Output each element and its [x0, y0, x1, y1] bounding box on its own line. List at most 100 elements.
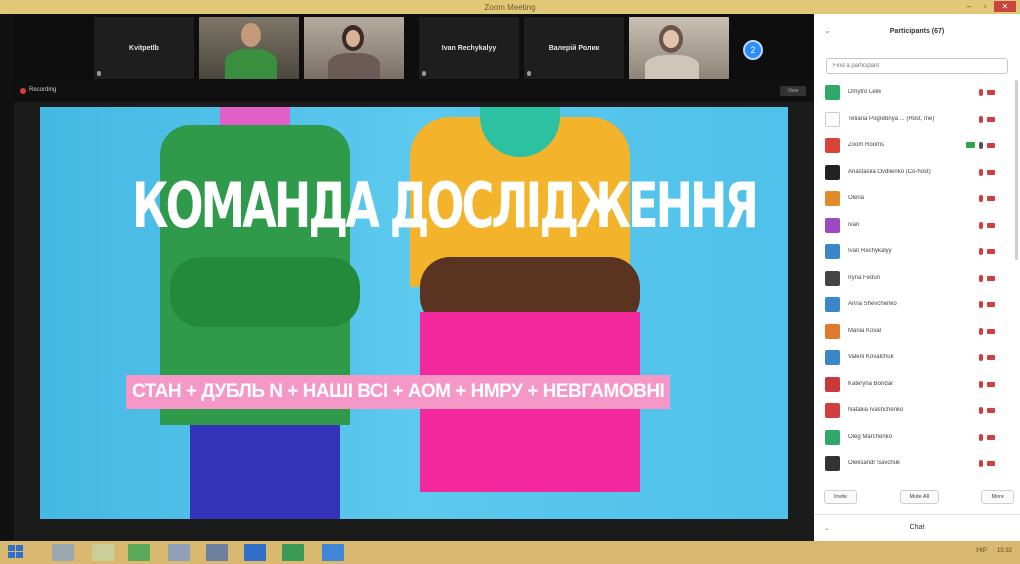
muted-mic-icon[interactable]: [979, 142, 983, 149]
maximize-button[interactable]: ▫: [978, 1, 992, 12]
muted-mic-icon[interactable]: [979, 407, 983, 414]
screen-share-bar: Recording View: [14, 80, 814, 102]
participants-list: Dmytro Lelik Tetiana Pogrebnya ... (Host,…: [814, 80, 1020, 478]
muted-mic-icon[interactable]: [979, 433, 983, 441]
participant-video-tile[interactable]: [629, 17, 729, 79]
camera-off-icon[interactable]: [987, 381, 995, 387]
avatar: [825, 456, 840, 471]
muted-mic-icon[interactable]: [979, 195, 983, 202]
muted-mic-icon[interactable]: [979, 168, 983, 176]
muted-mic-icon[interactable]: [979, 274, 983, 282]
camera-off-icon[interactable]: [987, 249, 995, 254]
participant-row[interactable]: Iryna Fedun: [814, 266, 1020, 293]
clock[interactable]: 15:32: [997, 548, 1012, 554]
participant-row[interactable]: Nataliia Ivashchenko: [814, 398, 1020, 425]
participant-row[interactable]: Anna Shevchenko: [814, 292, 1020, 319]
taskbar-app-icon[interactable]: [168, 544, 190, 561]
collapse-panel-icon[interactable]: ⌄: [824, 26, 831, 35]
participant-tile[interactable]: Ivan Rechykalyy: [419, 17, 519, 79]
avatar: [825, 403, 840, 418]
participant-row[interactable]: Ivan Rechykalyy: [814, 239, 1020, 266]
participant-name: Mariia Koval: [848, 327, 882, 334]
recording-dot-icon: [20, 88, 26, 94]
muted-mic-icon[interactable]: [979, 380, 983, 388]
participant-row[interactable]: Dmytro Lelik: [814, 80, 1020, 107]
participant-row[interactable]: Kateryna Bondar: [814, 372, 1020, 399]
camera-off-icon[interactable]: [987, 90, 995, 95]
camera-off-icon[interactable]: [987, 116, 995, 122]
taskbar-app-icon[interactable]: [206, 544, 228, 561]
muted-mic-icon[interactable]: [979, 89, 983, 96]
mute-all-button[interactable]: Mute All: [899, 490, 940, 504]
participant-name: Iryna Fedun: [848, 274, 881, 281]
participant-row[interactable]: Oleksandr Savchuk: [814, 451, 1020, 478]
participant-tile-name: Kvitpetlb: [129, 44, 159, 52]
invite-button[interactable]: Invite: [824, 490, 858, 504]
participant-video-tile[interactable]: [304, 17, 404, 79]
taskbar-app-icon[interactable]: [52, 544, 74, 561]
participants-scrollbar[interactable]: [1015, 80, 1018, 260]
participant-row[interactable]: Tetiana Pogrebnya ... (Host, me): [814, 107, 1020, 134]
participant-search-input[interactable]: [826, 58, 1008, 74]
camera-off-icon[interactable]: [987, 328, 995, 334]
camera-off-icon[interactable]: [987, 302, 995, 307]
avatar: [825, 85, 840, 100]
muted-mic-icon[interactable]: [979, 327, 983, 335]
participants-header: ⌄ Participants (67): [814, 14, 1020, 48]
avatar: [825, 323, 840, 339]
taskbar-app-icon[interactable]: [282, 544, 304, 561]
participant-name: Dmytro Lelik: [848, 89, 882, 95]
muted-mic-icon: [527, 71, 531, 76]
participant-row[interactable]: Mariia Koval: [814, 319, 1020, 346]
muted-mic-icon: [97, 71, 101, 76]
muted-mic-icon[interactable]: [979, 354, 983, 361]
avatar: [825, 270, 840, 286]
participant-row[interactable]: Olena: [814, 186, 1020, 213]
participant-name: Kateryna Bondar: [848, 380, 894, 387]
participant-name: Nataliia Ivashchenko: [848, 407, 904, 413]
muted-mic-icon[interactable]: [979, 301, 983, 308]
avatar: [825, 350, 840, 365]
camera-off-icon[interactable]: [987, 461, 995, 466]
avatar: [825, 111, 840, 127]
minimize-button[interactable]: –: [962, 1, 976, 12]
camera-off-icon[interactable]: [987, 355, 995, 360]
participant-tile[interactable]: Kvitpetlb: [94, 17, 194, 79]
taskbar-app-icon[interactable]: [128, 544, 150, 561]
muted-mic-icon[interactable]: [979, 221, 983, 229]
avatar: [825, 138, 840, 153]
chat-bar[interactable]: ⌄ Chat: [814, 514, 1020, 541]
participant-row[interactable]: Anastasiia Ovdiienko (Co-host): [814, 160, 1020, 187]
close-button[interactable]: ✕: [994, 1, 1016, 12]
taskbar-app-icon[interactable]: [244, 544, 266, 561]
participant-video-tile[interactable]: [199, 17, 299, 79]
participant-tile[interactable]: Валерій Ролик: [524, 17, 624, 79]
participant-name: Tetiana Pogrebnya ... (Host, me): [848, 115, 935, 122]
camera-off-icon[interactable]: [987, 408, 995, 413]
muted-mic-icon[interactable]: [979, 460, 983, 467]
camera-off-icon[interactable]: [987, 143, 995, 148]
camera-off-icon[interactable]: [987, 222, 995, 228]
participant-row[interactable]: Zoom Rooms: [814, 133, 1020, 160]
taskbar-app-icon[interactable]: [92, 544, 114, 561]
camera-off-icon[interactable]: [987, 196, 995, 201]
avatar: [825, 164, 840, 180]
muted-mic-icon[interactable]: [979, 248, 983, 255]
gallery-next-page-button[interactable]: 2: [743, 40, 763, 60]
meeting-area: Kvitpetlb Ivan Rechykalyy Валерій Ролик: [14, 14, 814, 541]
camera-off-icon[interactable]: [987, 434, 995, 440]
participant-row[interactable]: Ivan: [814, 213, 1020, 240]
avatar: [825, 191, 840, 206]
language-indicator[interactable]: УКР: [976, 548, 987, 554]
participant-row[interactable]: Oleg Marchenko: [814, 425, 1020, 452]
more-button[interactable]: More: [981, 490, 1014, 504]
participant-tile-name: Валерій Ролик: [548, 44, 600, 52]
view-options-button[interactable]: View: [780, 86, 806, 96]
participant-row[interactable]: Valerii Kovalchuk: [814, 345, 1020, 372]
taskbar-app-icon[interactable]: [322, 544, 344, 561]
camera-off-icon[interactable]: [987, 275, 995, 281]
windows-start-icon[interactable]: [8, 545, 24, 560]
participant-name: Valerii Kovalchuk: [848, 354, 894, 360]
muted-mic-icon[interactable]: [979, 115, 983, 123]
camera-off-icon[interactable]: [987, 169, 995, 175]
